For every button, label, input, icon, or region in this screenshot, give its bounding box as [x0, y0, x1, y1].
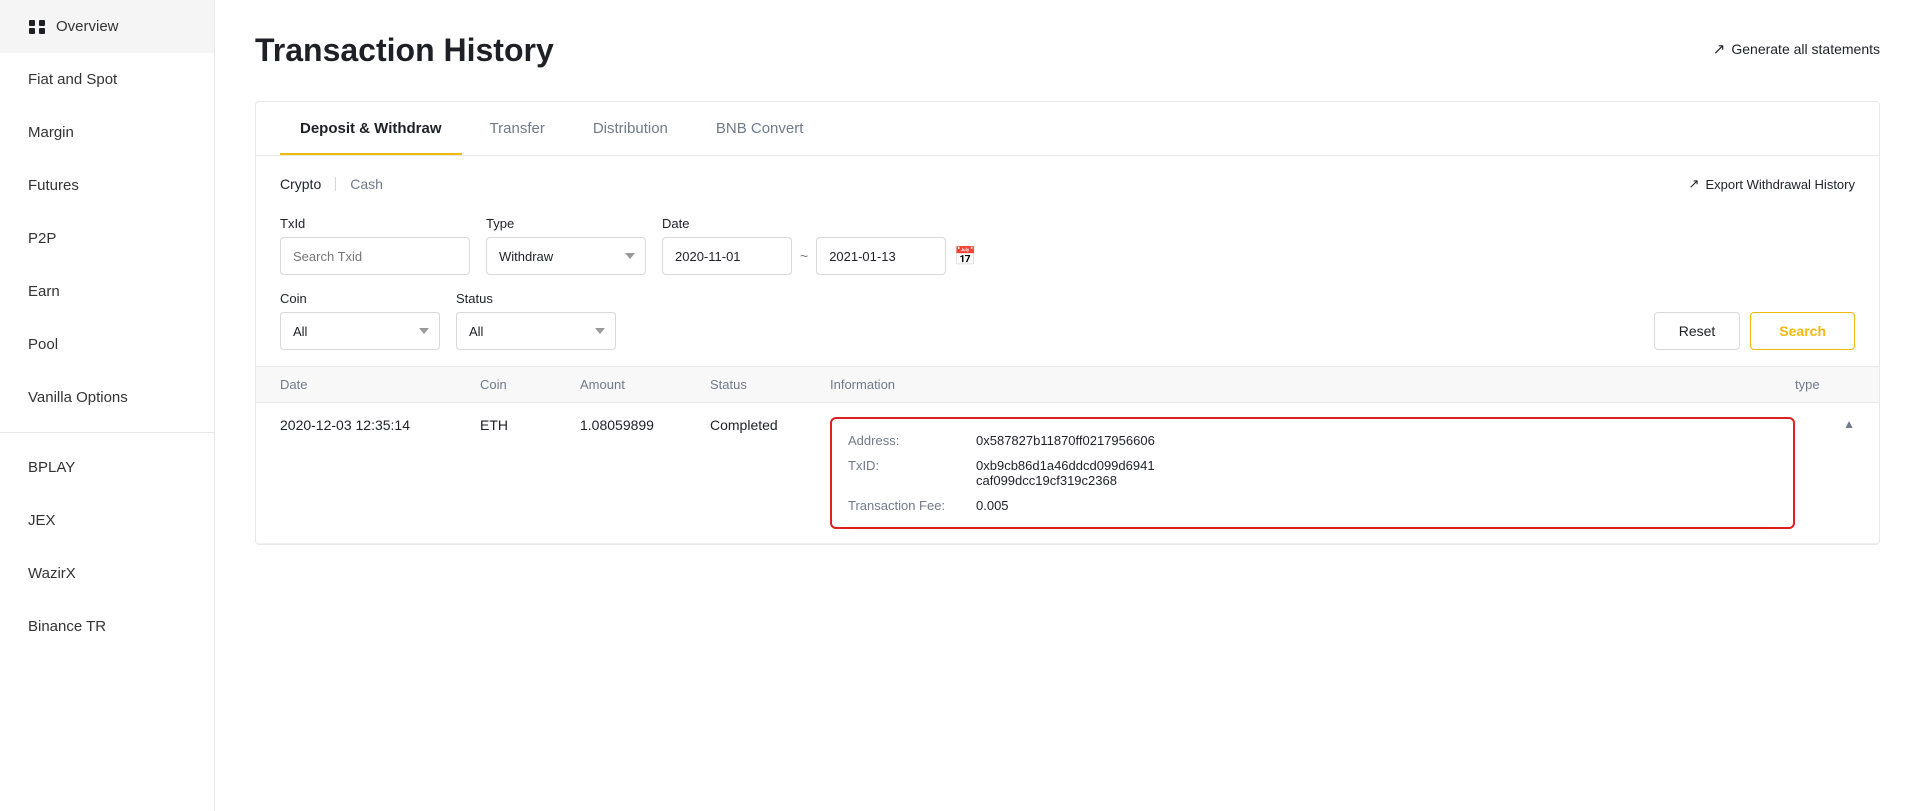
sidebar-item-label-jex: JEX [28, 512, 56, 529]
export-icon: ↗ [1689, 176, 1700, 192]
sidebar-item-margin[interactable]: Margin [0, 106, 214, 159]
sidebar-item-label-bplay: BPLAY [28, 459, 75, 476]
main-content: Transaction History ↗ Generate all state… [215, 0, 1920, 811]
type-label: Type [486, 216, 646, 231]
sidebar-item-pool[interactable]: Pool [0, 318, 214, 371]
sidebar-item-jex[interactable]: JEX [0, 494, 214, 547]
sidebar-item-label-margin: Margin [28, 124, 74, 141]
sidebar-item-overview[interactable]: Overview [0, 0, 214, 53]
col-header-information: Information [830, 377, 1795, 392]
sidebar-item-vanilla-options[interactable]: Vanilla Options [0, 371, 214, 424]
fee-value: 0.005 [976, 498, 1009, 513]
tab-deposit-withdraw[interactable]: Deposit & Withdraw [280, 102, 462, 155]
generate-statements-button[interactable]: ↗ Generate all statements [1713, 32, 1880, 58]
page-title: Transaction History [255, 32, 554, 69]
sidebar-item-futures[interactable]: Futures [0, 159, 214, 212]
type-select[interactable]: Withdraw Deposit [486, 237, 646, 275]
sidebar-item-fiat-spot[interactable]: Fiat and Spot [0, 53, 214, 106]
tab-distribution[interactable]: Distribution [573, 102, 688, 155]
sidebar-item-label-pool: Pool [28, 336, 58, 353]
sidebar-item-label-earn: Earn [28, 283, 60, 300]
txid-row: TxID: 0xb9cb86d1a46ddcd099d6941 caf099dc… [848, 458, 1777, 488]
date-filter-group: Date ~ 📅 [662, 216, 977, 275]
coin-select[interactable]: All BTC ETH BNB [280, 312, 440, 350]
sub-tab-crypto[interactable]: Crypto [280, 172, 321, 196]
date-label: Date [662, 216, 977, 231]
status-select[interactable]: All Completed Pending Failed [456, 312, 616, 350]
sidebar-item-bplay[interactable]: BPLAY [0, 441, 214, 494]
sidebar-item-p2p[interactable]: P2P [0, 212, 214, 265]
sidebar-item-wazirx[interactable]: WazirX [0, 547, 214, 600]
address-label: Address: [848, 433, 968, 448]
col-header-amount: Amount [580, 377, 710, 392]
sidebar-item-label-p2p: P2P [28, 230, 56, 247]
transaction-card: Deposit & Withdraw Transfer Distribution… [255, 101, 1880, 545]
page-header: Transaction History ↗ Generate all state… [255, 32, 1880, 69]
txid-input[interactable] [280, 237, 470, 275]
status-label: Status [456, 291, 616, 306]
row-date: 2020-12-03 12:35:14 [280, 417, 480, 433]
sidebar-divider [0, 432, 214, 433]
sidebar-item-label-futures: Futures [28, 177, 79, 194]
txid-info-value: 0xb9cb86d1a46ddcd099d6941 caf099dcc19cf3… [976, 458, 1155, 488]
date-separator: ~ [800, 248, 808, 264]
sidebar-item-label-fiat-spot: Fiat and Spot [28, 71, 117, 88]
txid-filter-group: TxId [280, 216, 470, 275]
table-row: 2020-12-03 12:35:14 ETH 1.08059899 Compl… [256, 403, 1879, 544]
external-link-icon: ↗ [1713, 40, 1726, 58]
filter-actions: Reset Search [1654, 312, 1855, 350]
export-withdrawal-button[interactable]: ↗ Export Withdrawal History [1689, 176, 1855, 192]
sidebar-item-binance-tr[interactable]: Binance TR [0, 600, 214, 653]
sidebar-item-label-binance-tr: Binance TR [28, 618, 106, 635]
col-header-date: Date [280, 377, 480, 392]
grid-icon [28, 20, 46, 34]
type-filter-group: Type Withdraw Deposit [486, 216, 646, 275]
generate-btn-label: Generate all statements [1731, 41, 1880, 57]
address-value: 0x587827b11870ff0217956606 [976, 433, 1155, 448]
address-row: Address: 0x587827b11870ff0217956606 [848, 433, 1777, 448]
tab-transfer[interactable]: Transfer [470, 102, 565, 155]
txid-info-label: TxID: [848, 458, 968, 473]
row-amount: 1.08059899 [580, 417, 710, 433]
col-header-status: Status [710, 377, 830, 392]
filters-section: TxId Type Withdraw Deposit Date ~ 📅 [256, 208, 1879, 366]
col-header-type: type [1795, 377, 1855, 392]
coin-filter-group: Coin All BTC ETH BNB [280, 291, 440, 350]
sub-tab-divider [335, 177, 336, 191]
main-tabs: Deposit & Withdraw Transfer Distribution… [256, 102, 1879, 156]
search-button[interactable]: Search [1750, 312, 1855, 350]
reset-button[interactable]: Reset [1654, 312, 1741, 350]
sub-tab-cash[interactable]: Cash [350, 172, 383, 196]
sidebar: Overview Fiat and Spot Margin Futures P2… [0, 0, 215, 811]
tab-bnb-convert[interactable]: BNB Convert [696, 102, 824, 155]
info-card: Address: 0x587827b11870ff0217956606 TxID… [830, 417, 1795, 529]
sidebar-item-earn[interactable]: Earn [0, 265, 214, 318]
row-expand-toggle[interactable]: ▲ [1795, 417, 1855, 431]
sub-tabs-bar: Crypto Cash ↗ Export Withdrawal History [256, 156, 1879, 208]
txid-label: TxId [280, 216, 470, 231]
txid-val2: caf099dcc19cf319c2368 [976, 473, 1117, 488]
calendar-icon[interactable]: 📅 [954, 246, 976, 267]
sidebar-item-label-vanilla-options: Vanilla Options [28, 389, 128, 406]
export-btn-label: Export Withdrawal History [1705, 177, 1855, 192]
status-filter-group: Status All Completed Pending Failed [456, 291, 616, 350]
row-status: Completed [710, 417, 830, 433]
sidebar-item-label-wazirx: WazirX [28, 565, 76, 582]
col-header-coin: Coin [480, 377, 580, 392]
fee-row: Transaction Fee: 0.005 [848, 498, 1777, 513]
date-from-input[interactable] [662, 237, 792, 275]
date-to-input[interactable] [816, 237, 946, 275]
row-information: Address: 0x587827b11870ff0217956606 TxID… [830, 417, 1795, 529]
date-range: ~ 📅 [662, 237, 977, 275]
sub-tabs-left: Crypto Cash [280, 172, 383, 196]
coin-label: Coin [280, 291, 440, 306]
sidebar-item-label-overview: Overview [56, 18, 119, 35]
txid-val1: 0xb9cb86d1a46ddcd099d6941 [976, 458, 1155, 473]
fee-label: Transaction Fee: [848, 498, 968, 513]
table-header: Date Coin Amount Status Information type [256, 366, 1879, 403]
row-coin: ETH [480, 417, 580, 433]
